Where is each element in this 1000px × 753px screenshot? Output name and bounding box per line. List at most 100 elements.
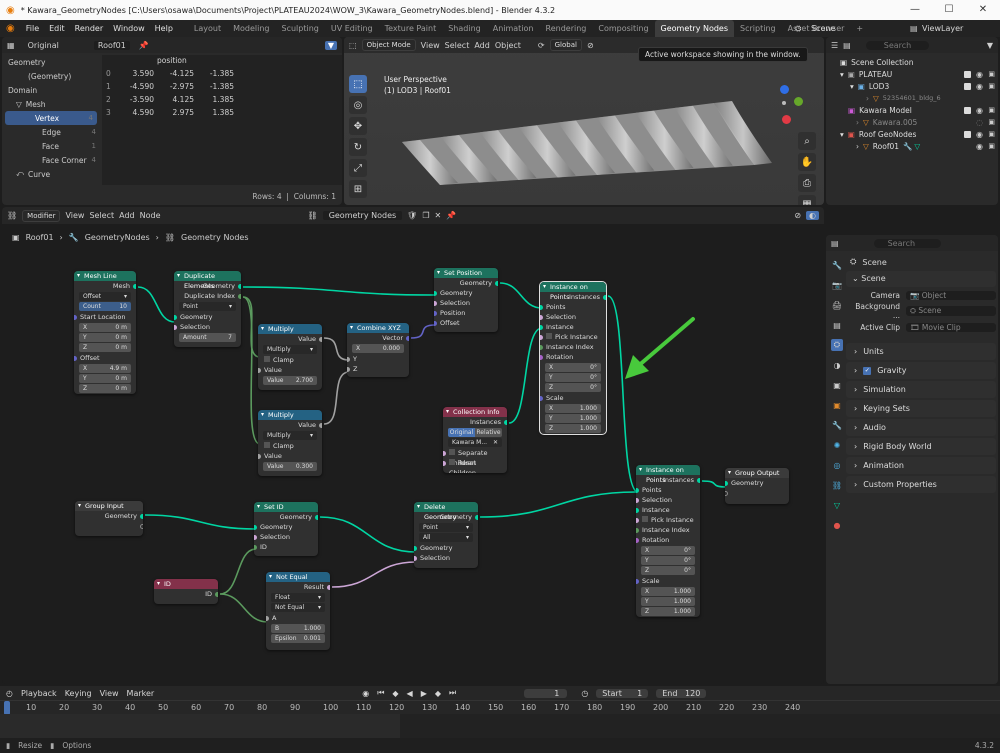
node-set-position[interactable]: Set Position Geometry Geometry Selection… — [434, 268, 498, 332]
rotation-x-field[interactable]: X 0° — [641, 546, 695, 555]
node-mesh-line[interactable]: Mesh Line Mesh Offset▾ Count10 Start Loc… — [74, 271, 136, 394]
scene-selector[interactable]: Scene — [811, 24, 835, 33]
play-reverse-icon[interactable]: ◀ — [407, 689, 413, 698]
view-layer-tab-icon[interactable]: ▤ — [831, 319, 843, 331]
camera-icon[interactable]: ▣ — [988, 106, 995, 114]
menu-edit[interactable]: Edit — [44, 24, 70, 33]
scale-z-field[interactable]: Z 1.000 — [641, 607, 695, 616]
node-group-output[interactable]: Group Output Geometry — [725, 468, 789, 504]
pin-icon[interactable]: 📌 — [139, 41, 149, 50]
minimize-button[interactable]: — — [898, 0, 932, 20]
tree-item-lod3[interactable]: ▾ ▣ LOD3 ◉ ▣ — [826, 80, 998, 92]
epsilon-field[interactable]: Epsilon 0.001 — [271, 634, 325, 643]
node-collection-info[interactable]: Collection Info Instances Original Relat… — [443, 407, 507, 473]
domain-mesh[interactable]: ▽ Mesh — [2, 97, 100, 111]
pick-instance-checkbox[interactable]: Pick Instance — [540, 332, 606, 342]
eye-icon[interactable]: ◉ — [976, 70, 983, 79]
playhead[interactable] — [4, 701, 10, 715]
node-instance-on-points-1[interactable]: Instance on Points Instances Points Sele… — [539, 281, 607, 435]
node-instance-on-points-2[interactable]: Instance on Points Instances Points Sele… — [636, 465, 700, 617]
menu-marker[interactable]: Marker — [127, 689, 155, 698]
material-tab-icon[interactable]: ● — [831, 519, 843, 531]
background-scene-field[interactable]: ⛭ Scene — [906, 306, 996, 316]
rotation-z-field[interactable]: Z 0° — [545, 383, 601, 392]
collection-tab-icon[interactable]: ▣ — [831, 379, 843, 391]
modifier-tab-icon[interactable]: 🔧 — [831, 419, 843, 431]
timeline-ruler[interactable]: 10 20 30 40 50 60 70 80 90 100 110 120 130 140 150 160 1… — [0, 700, 1000, 715]
rotation-y-field[interactable]: Y 0° — [641, 556, 695, 565]
node-combine-xyz[interactable]: Combine XYZ Vector X0.000 Y Z — [347, 323, 409, 377]
domain-vertex[interactable]: Vertex 4 — [5, 111, 97, 125]
y-field[interactable]: Y0 m — [79, 333, 131, 342]
menu-window[interactable]: Window — [108, 24, 150, 33]
filter-icon[interactable]: ▼ — [324, 40, 337, 50]
tree-item-roof01[interactable]: › ▽ Roof01 🔧 ▽ ◉ ▣ — [826, 140, 998, 152]
eye-icon[interactable]: ◉ — [976, 106, 983, 115]
filter-icon[interactable]: ▼ — [987, 41, 993, 50]
eye-icon[interactable]: ◉ — [976, 130, 983, 139]
domain-dropdown[interactable]: Point ▾ — [419, 523, 473, 532]
mode-dropdown[interactable]: Offset ▾ — [79, 292, 131, 301]
render-tab-icon[interactable]: 📷 — [831, 279, 843, 291]
value-field[interactable]: Value 2.700 — [263, 376, 317, 385]
tree-item-kawara-model[interactable]: ▣ Kawara Model ◉ ▣ — [826, 104, 998, 116]
constraints-tab-icon[interactable]: ⛓ — [831, 479, 843, 491]
domain-edge[interactable]: Edge 4 — [2, 125, 100, 139]
tab-rendering[interactable]: Rendering — [540, 20, 593, 37]
rotation-y-field[interactable]: Y 0° — [545, 373, 601, 382]
next-key-icon[interactable]: ◆ — [435, 689, 441, 698]
data-tab-icon[interactable]: ▽ — [831, 499, 843, 511]
scene-tab-icon[interactable]: ⛭ — [831, 339, 843, 351]
tab-geometry-nodes[interactable]: Geometry Nodes — [654, 20, 735, 37]
timeline-area[interactable] — [0, 714, 1000, 738]
panel-rigid-body-world[interactable]: › Rigid Body World — [846, 438, 996, 455]
navigation-gizmo[interactable] — [762, 85, 806, 129]
operation-dropdown[interactable]: Not Equal ▾ — [271, 603, 325, 612]
tree-item-kawara-005[interactable]: › ▽ Kawara.005 ◌ ▣ — [826, 116, 998, 128]
relative-button[interactable]: Relative — [475, 428, 502, 437]
eye-hidden-icon[interactable]: ◌ — [976, 118, 983, 127]
current-frame-field[interactable]: 1 — [524, 688, 568, 698]
tree-item-roof-geonodes[interactable]: ▾ ▣ Roof GeoNodes ◉ ▣ — [826, 128, 998, 140]
blender-menu-icon[interactable]: ◉ — [0, 23, 21, 34]
offset-y-field[interactable]: Y0 m — [79, 374, 131, 383]
output-tab-icon[interactable]: 🖨 — [831, 299, 843, 311]
separate-children-checkbox[interactable]: Separate Children — [443, 448, 507, 467]
x-field[interactable]: X0 m — [79, 323, 131, 332]
tab-animation[interactable]: Animation — [487, 20, 540, 37]
object-field[interactable]: Roof01 — [93, 40, 130, 50]
tab-uv-editing[interactable]: UV Editing — [325, 20, 379, 37]
pick-instance-checkbox[interactable]: Pick Instance — [636, 515, 700, 525]
active-clip-field[interactable]: 🎞 Movie Clip — [906, 322, 996, 332]
viewlayer-selector[interactable]: ViewLayer — [922, 24, 963, 33]
node-multiply-1[interactable]: Multiply Value Multiply▾ Clamp Value Val… — [258, 324, 322, 390]
node-delete-geometry[interactable]: Delete Geometry Geometry Point▾ All▾ Geo… — [414, 502, 478, 568]
checkbox[interactable] — [964, 106, 971, 114]
display-mode-icon[interactable]: ▤ — [843, 41, 851, 50]
scale-x-field[interactable]: X 1.000 — [641, 587, 695, 596]
tab-sculpting[interactable]: Sculpting — [276, 20, 325, 37]
tab-layout[interactable]: Layout — [188, 20, 227, 37]
clamp-checkbox[interactable]: Clamp — [258, 355, 322, 365]
jump-start-icon[interactable]: ⏮ — [377, 688, 384, 698]
gizmo-z-axis-icon[interactable] — [780, 85, 789, 94]
panel-audio[interactable]: › Audio — [846, 419, 996, 436]
properties-search[interactable]: Search — [873, 238, 942, 248]
node-multiply-2[interactable]: Multiply Value Multiply▾ Clamp Value Val… — [258, 410, 322, 476]
menu-view[interactable]: View — [100, 689, 119, 698]
outliner-search[interactable]: Search — [865, 40, 930, 50]
mode-dropdown[interactable]: All ▾ — [419, 533, 473, 542]
tree-item-scene-collection[interactable]: ▣ Scene Collection — [826, 56, 998, 68]
outliner-editor-icon[interactable]: ☰ — [831, 41, 838, 50]
tree-item-plateau[interactable]: ▾ ▣ PLATEAU ◉ ▣ — [826, 68, 998, 80]
menu-keying[interactable]: Keying — [65, 689, 92, 698]
menu-file[interactable]: File — [21, 24, 44, 33]
eval-mode-dropdown[interactable]: Original — [28, 41, 59, 50]
operation-dropdown[interactable]: Multiply ▾ — [263, 345, 317, 354]
camera-icon[interactable]: ▣ — [988, 82, 995, 90]
close-button[interactable]: ✕ — [966, 0, 1000, 20]
operation-dropdown[interactable]: Multiply ▾ — [263, 431, 317, 440]
node-duplicate-elements[interactable]: Duplicate Elements Geometry Duplicate In… — [174, 271, 241, 347]
prev-key-icon[interactable]: ◆ — [392, 689, 398, 698]
clock-icon[interactable]: ◷ — [581, 689, 588, 698]
